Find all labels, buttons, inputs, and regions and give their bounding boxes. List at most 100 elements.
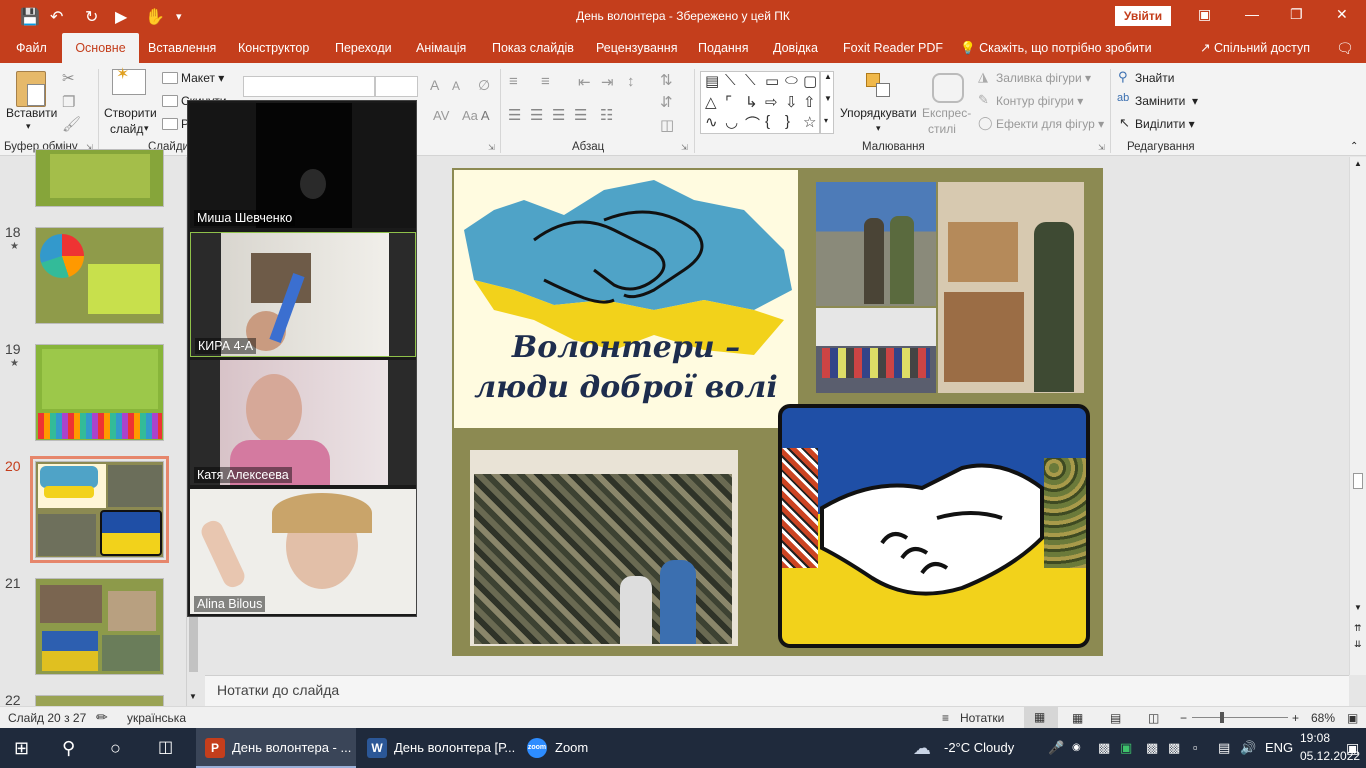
clock-time[interactable]: 19:08 — [1300, 731, 1330, 745]
replace-button[interactable]: Замінити ▾ — [1135, 94, 1198, 108]
zoom-level[interactable]: 68% — [1311, 711, 1335, 725]
columns-icon[interactable]: ☷ — [600, 106, 613, 124]
arrange-dropdown-icon[interactable]: ▾ — [876, 123, 881, 134]
font-dialog-launcher-icon[interactable]: ⇲ — [488, 143, 495, 152]
textbox-shape-icon[interactable]: ▤ — [705, 72, 719, 90]
curve-shape-icon[interactable]: ⌒ — [745, 113, 760, 134]
normal-view-icon[interactable]: ▦ — [1024, 707, 1058, 728]
comments-icon[interactable]: 🗨 — [1328, 33, 1362, 63]
shape-fill-button[interactable]: Заливка фігури ▾ — [996, 71, 1091, 85]
slideshow-view-icon[interactable]: ◫ — [1148, 711, 1159, 725]
tab-file[interactable]: Файл — [8, 33, 55, 63]
increase-indent-icon[interactable]: ⇥ — [601, 73, 614, 91]
arrange-button[interactable]: Упорядкувати — [840, 106, 917, 120]
tab-design[interactable]: Конструктор — [230, 33, 317, 63]
oval-shape-icon[interactable]: ⬭ — [785, 72, 798, 89]
tray-app-icon-3[interactable]: ▩ — [1168, 728, 1180, 768]
justify-icon[interactable]: ☰ — [574, 106, 587, 124]
freeform-shape-icon[interactable]: ∿ — [705, 113, 718, 131]
slide-thumbnail-17[interactable] — [35, 149, 164, 207]
shape-outline-button[interactable]: Контур фігури ▾ — [996, 94, 1083, 108]
tray-green-icon[interactable]: ▣ — [1120, 728, 1132, 768]
slide-thumbnail-20[interactable] — [30, 456, 169, 563]
arrow-shape-icon[interactable]: ⟍ — [745, 72, 756, 89]
shape-effects-button[interactable]: Ефекти для фігур ▾ — [996, 117, 1104, 131]
zoom-slider-thumb[interactable] — [1220, 712, 1224, 723]
smartart-icon[interactable]: ◫ — [660, 116, 674, 134]
notes-pane[interactable]: Нотатки до слайда — [205, 675, 1349, 706]
new-slide-button[interactable]: Створити — [104, 106, 157, 120]
shapes-gallery[interactable]: ▤ ⟍ ⟍ ▭ ⬭ ▢ △ ⌜ ↳ ⇨ ⇩ ⇧ ∿ ◡ ⌒ { } ☆ — [700, 71, 820, 134]
tab-review[interactable]: Рецензування — [588, 33, 685, 63]
star-shape-icon[interactable]: ☆ — [803, 113, 816, 131]
font-size-combo[interactable] — [375, 76, 418, 97]
new-slide-button-line2[interactable]: слайд — [110, 122, 143, 136]
minimize-button[interactable]: — — [1245, 6, 1259, 22]
tab-transitions[interactable]: Переходи — [327, 33, 400, 63]
slide-thumbnail-18[interactable] — [35, 227, 164, 324]
spellcheck-icon[interactable]: ✏ — [96, 709, 108, 726]
input-language[interactable]: ENG — [1265, 728, 1293, 768]
slide-thumbnail-19[interactable] — [35, 344, 164, 441]
microphone-icon[interactable]: 🎤 — [1048, 728, 1064, 768]
language-indicator[interactable]: українська — [127, 711, 186, 725]
bluetooth-icon[interactable]: ▫ — [1193, 728, 1198, 768]
align-text-icon[interactable]: ⇵ — [660, 93, 673, 111]
increase-font-icon[interactable]: A — [430, 77, 439, 93]
up-arrow-shape-icon[interactable]: ⇧ — [803, 93, 816, 111]
drawing-dialog-launcher-icon[interactable]: ⇲ — [1098, 143, 1105, 152]
taskbar-app-powerpoint[interactable]: P День волонтера - ... — [196, 728, 356, 768]
weather-text[interactable]: -2°C Cloudy — [944, 728, 1014, 768]
align-left-icon[interactable]: ☰ — [508, 106, 521, 124]
new-slide-icon[interactable]: ✶ — [112, 66, 146, 95]
arc-shape-icon[interactable]: ◡ — [725, 113, 738, 131]
slide-scrollbar[interactable]: ▲ ▼ ⇈ ⇊ — [1349, 157, 1366, 675]
slide-counter[interactable]: Слайд 20 з 27 — [8, 711, 86, 725]
sign-in-button[interactable]: Увійти — [1115, 6, 1171, 26]
notes-toggle-button[interactable]: Нотатки — [960, 711, 1004, 725]
scroll-up-icon[interactable]: ▲ — [1354, 159, 1362, 168]
participant-tile-2[interactable]: КИРА 4-А — [190, 232, 416, 357]
select-button[interactable]: Виділити ▾ — [1135, 117, 1195, 131]
zoom-out-icon[interactable]: − — [1180, 711, 1187, 725]
tray-app-icon[interactable]: ▩ — [1098, 728, 1110, 768]
reading-view-icon[interactable]: ▤ — [1110, 711, 1121, 725]
tab-insert[interactable]: Вставлення — [140, 33, 224, 63]
triangle-shape-icon[interactable]: △ — [705, 93, 717, 111]
shapes-gallery-scroll[interactable]: ▲ ▼ ▾ — [820, 71, 834, 134]
font-color-icon[interactable]: A — [470, 108, 490, 123]
windows-start-icon[interactable]: ⊞ — [14, 728, 29, 768]
tab-slideshow[interactable]: Показ слайдів — [484, 33, 582, 63]
new-slide-dropdown-icon[interactable]: ▾ — [144, 123, 149, 134]
share-button[interactable]: ↗ Спільний доступ — [1192, 33, 1318, 63]
zoom-tray-icon[interactable]: ◉ — [1072, 728, 1081, 768]
notes-toggle-icon[interactable]: ≡ — [942, 711, 949, 725]
elbow-connector-icon[interactable]: ⌜ — [725, 93, 732, 111]
zoom-in-icon[interactable]: + — [1292, 711, 1299, 725]
down-arrow-shape-icon[interactable]: ⇩ — [785, 93, 798, 111]
tray-app-icon-2[interactable]: ▩ — [1146, 728, 1158, 768]
decrease-font-icon[interactable]: A — [452, 79, 460, 93]
volume-icon[interactable]: 🔊 — [1240, 728, 1256, 768]
slide-thumbnail-21[interactable] — [35, 578, 164, 675]
taskbar-app-word[interactable]: W День волонтера [Р... — [358, 728, 518, 768]
tab-help[interactable]: Довідка — [765, 33, 826, 63]
notes-placeholder[interactable]: Нотатки до слайда — [217, 682, 339, 698]
close-button[interactable]: ✕ — [1336, 6, 1348, 23]
quick-styles-button-line2[interactable]: стилі — [928, 122, 956, 136]
decrease-indent-icon[interactable]: ⇤ — [578, 73, 591, 91]
left-brace-shape-icon[interactable]: { — [765, 113, 770, 130]
quick-styles-button[interactable]: Експрес- — [922, 106, 971, 120]
rounded-rect-shape-icon[interactable]: ▢ — [803, 72, 817, 90]
text-direction-icon[interactable]: ⇅ — [660, 71, 673, 89]
align-center-icon[interactable]: ☰ — [530, 106, 543, 124]
participant-tile-1[interactable]: Миша Шевченко — [190, 103, 416, 228]
tab-animations[interactable]: Анімація — [408, 33, 474, 63]
ribbon-display-options-icon[interactable]: ▣ — [1198, 6, 1211, 23]
align-right-icon[interactable]: ☰ — [552, 106, 565, 124]
network-icon[interactable]: ▤ — [1218, 728, 1230, 768]
elbow-arrow-icon[interactable]: ↳ — [745, 93, 758, 111]
zoom-gallery-window[interactable]: Миша Шевченко КИРА 4-А Катя Алексеева Al… — [187, 100, 417, 617]
current-slide[interactable]: Волонтери – люди доброї волі — [452, 168, 1103, 656]
find-button[interactable]: Знайти — [1135, 71, 1174, 85]
